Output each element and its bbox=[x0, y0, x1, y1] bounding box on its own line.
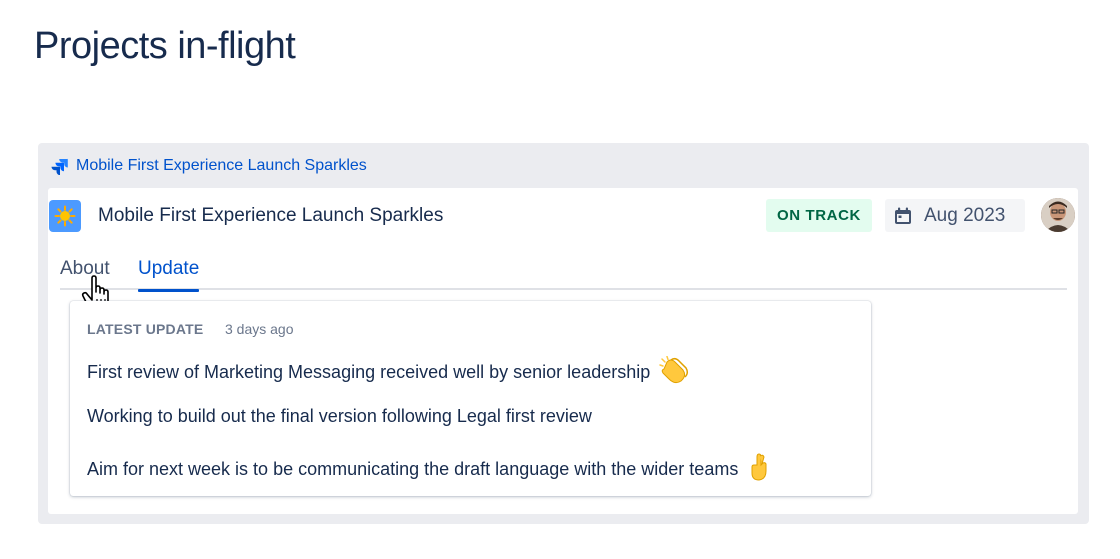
clapping-hands-icon bbox=[659, 355, 689, 390]
latest-update-panel: LATEST UPDATE 3 days ago First review of… bbox=[70, 301, 871, 496]
due-date: Aug 2023 bbox=[885, 199, 1025, 232]
tab-bar: About Update bbox=[60, 254, 1067, 292]
update-line: First review of Marketing Messaging rece… bbox=[87, 355, 689, 390]
due-date-text: Aug 2023 bbox=[924, 204, 1006, 226]
project-title[interactable]: Mobile First Experience Launch Sparkles bbox=[98, 204, 443, 228]
page: Projects in-flight Mobile First Experien… bbox=[0, 0, 1120, 559]
sparkle-sun-icon bbox=[49, 200, 81, 232]
avatar[interactable] bbox=[1041, 198, 1075, 232]
status-badge: ON TRACK bbox=[766, 199, 872, 232]
update-label: LATEST UPDATE bbox=[87, 321, 204, 337]
tab-update[interactable]: Update bbox=[138, 256, 200, 292]
update-line: Aim for next week is to be communicating… bbox=[87, 453, 771, 487]
calendar-icon bbox=[894, 207, 912, 225]
project-details-card: Mobile First Experience Launch Sparkles … bbox=[48, 188, 1078, 514]
page-title: Projects in-flight bbox=[34, 25, 296, 67]
crossed-fingers-icon bbox=[747, 453, 771, 487]
update-line: Working to build out the final version f… bbox=[87, 404, 592, 428]
project-link[interactable]: Mobile First Experience Launch Sparkles bbox=[51, 155, 367, 177]
project-link-text: Mobile First Experience Launch Sparkles bbox=[76, 157, 367, 174]
update-time: 3 days ago bbox=[225, 321, 294, 337]
update-line-text: Working to build out the final version f… bbox=[87, 406, 592, 426]
smart-link-card: Mobile First Experience Launch Sparkles bbox=[38, 143, 1089, 524]
jira-icon bbox=[51, 158, 68, 175]
update-line-text: First review of Marketing Messaging rece… bbox=[87, 361, 651, 382]
update-line-text: Aim for next week is to be communicating… bbox=[87, 458, 739, 479]
